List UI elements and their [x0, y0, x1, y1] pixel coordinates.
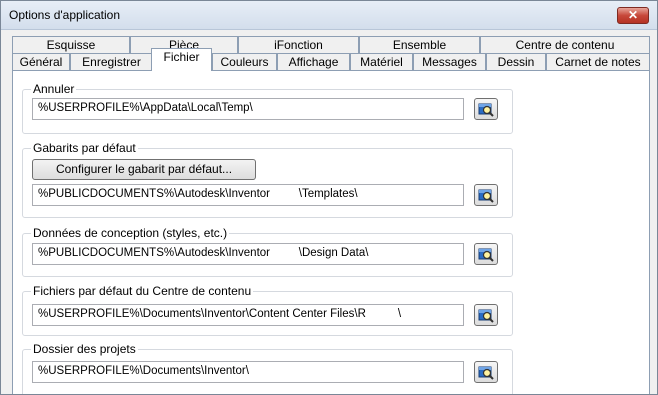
tab-affichage[interactable]: Affichage: [277, 53, 350, 71]
annuler-label: Annuler: [31, 82, 77, 96]
tab-dessin[interactable]: Dessin: [486, 53, 546, 71]
centre-path-field[interactable]: %USERPROFILE%\Documents\Inventor\Content…: [32, 304, 464, 326]
tab-messages[interactable]: Messages: [413, 53, 486, 71]
window-title: Options d'application: [9, 8, 121, 22]
tab-ensemble[interactable]: Ensemble: [359, 36, 480, 54]
tab-couleurs[interactable]: Couleurs: [212, 53, 277, 71]
folder-search-icon: [478, 366, 494, 380]
centre-browse-button[interactable]: [474, 304, 498, 326]
projets-browse-button[interactable]: [474, 361, 498, 383]
tab-enregistrer[interactable]: Enregistrer: [70, 53, 153, 71]
tab-ifonction[interactable]: iFonction: [238, 36, 359, 54]
gabarits-browse-button[interactable]: [474, 184, 498, 206]
tab-carnet-de-notes[interactable]: Carnet de notes: [546, 53, 650, 71]
projets-path-field[interactable]: %USERPROFILE%\Documents\Inventor\: [32, 361, 464, 383]
folder-search-icon: [478, 189, 494, 203]
donnees-label: Données de conception (styles, etc.): [31, 226, 230, 240]
tab-esquisse[interactable]: Esquisse: [12, 36, 130, 54]
tab-materiel[interactable]: Matériel: [350, 53, 413, 71]
tab-general[interactable]: Général: [12, 53, 70, 71]
centre-label: Fichiers par défaut du Centre de contenu: [31, 284, 254, 298]
gabarits-path-field[interactable]: %PUBLICDOCUMENTS%\Autodesk\Inventor \Tem…: [32, 184, 464, 206]
annuler-browse-button[interactable]: [474, 98, 498, 120]
folder-search-icon: [478, 248, 494, 262]
donnees-browse-button[interactable]: [474, 243, 498, 265]
donnees-path-field[interactable]: %PUBLICDOCUMENTS%\Autodesk\Inventor \Des…: [32, 243, 464, 265]
close-button[interactable]: ✕: [617, 7, 649, 24]
annuler-path-field[interactable]: %USERPROFILE%\AppData\Local\Temp\: [32, 98, 464, 120]
title-bar: Options d'application ✕: [1, 1, 657, 30]
options-window: Options d'application ✕ Esquisse Pièce i…: [0, 0, 658, 395]
gabarits-label: Gabarits par défaut: [31, 141, 138, 155]
folder-search-icon: [478, 103, 494, 117]
configurer-gabarit-button[interactable]: Configurer le gabarit par défaut...: [32, 159, 256, 180]
projets-label: Dossier des projets: [31, 342, 138, 356]
tab-centre-de-contenu[interactable]: Centre de contenu: [480, 36, 650, 54]
folder-search-icon: [478, 309, 494, 323]
tab-fichier[interactable]: Fichier: [151, 48, 212, 71]
